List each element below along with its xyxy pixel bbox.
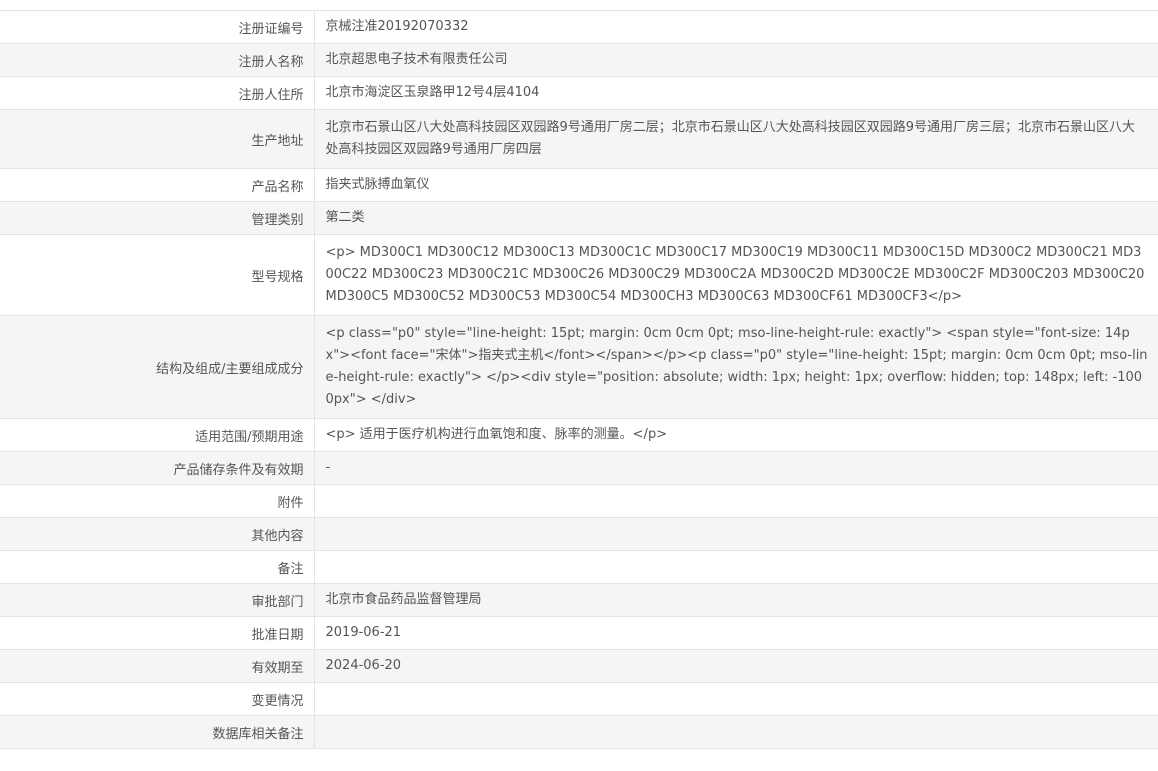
row-label: 其他内容 — [0, 517, 315, 551]
row-label: 审批部门 — [0, 583, 315, 617]
row-value: <p class="p0" style="line-height: 15pt; … — [314, 315, 1158, 419]
row-value: 2019-06-21 — [314, 616, 1158, 650]
row-label: 批准日期 — [0, 616, 315, 650]
row-value: 京械注准20192070332 — [314, 10, 1158, 44]
table-row: 型号规格 <p> MD300C1 MD300C12 MD300C13 MD300… — [0, 234, 1158, 316]
registration-detail-table: 注册证编号 京械注准20192070332 注册人名称 北京超思电子技术有限责任… — [0, 10, 1158, 749]
table-row: 结构及组成/主要组成成分 <p class="p0" style="line-h… — [0, 315, 1158, 419]
row-value: - — [314, 451, 1158, 485]
row-label: 生产地址 — [0, 109, 315, 169]
table-row: 有效期至 2024-06-20 — [0, 649, 1158, 683]
row-label: 附件 — [0, 484, 315, 518]
row-label: 注册证编号 — [0, 10, 315, 44]
table-row: 备注 — [0, 550, 1158, 584]
table-row: 变更情况 — [0, 682, 1158, 716]
row-label: 产品名称 — [0, 168, 315, 202]
row-label: 结构及组成/主要组成成分 — [0, 315, 315, 419]
table-row: 管理类别 第二类 — [0, 201, 1158, 235]
row-value: <p> 适用于医疗机构进行血氧饱和度、脉率的测量。</p> — [314, 418, 1158, 452]
row-label: 注册人名称 — [0, 43, 315, 77]
row-value: 指夹式脉搏血氧仪 — [314, 168, 1158, 202]
table-row: 产品储存条件及有效期 - — [0, 451, 1158, 485]
row-label: 数据库相关备注 — [0, 715, 315, 749]
row-value: 北京市海淀区玉泉路甲12号4层4104 — [314, 76, 1158, 110]
row-value: <p> MD300C1 MD300C12 MD300C13 MD300C1C M… — [314, 234, 1158, 316]
row-label: 产品储存条件及有效期 — [0, 451, 315, 485]
row-label: 管理类别 — [0, 201, 315, 235]
row-value — [314, 484, 1158, 518]
row-value — [314, 517, 1158, 551]
table-row: 适用范围/预期用途 <p> 适用于医疗机构进行血氧饱和度、脉率的测量。</p> — [0, 418, 1158, 452]
table-row: 注册人住所 北京市海淀区玉泉路甲12号4层4104 — [0, 76, 1158, 110]
table-row: 批准日期 2019-06-21 — [0, 616, 1158, 650]
table-row: 注册人名称 北京超思电子技术有限责任公司 — [0, 43, 1158, 77]
row-label: 适用范围/预期用途 — [0, 418, 315, 452]
table-row: 注册证编号 京械注准20192070332 — [0, 10, 1158, 44]
table-row: 数据库相关备注 — [0, 715, 1158, 749]
table-row: 附件 — [0, 484, 1158, 518]
row-value: 第二类 — [314, 201, 1158, 235]
row-value: 北京市食品药品监督管理局 — [314, 583, 1158, 617]
row-value: 北京超思电子技术有限责任公司 — [314, 43, 1158, 77]
row-label: 型号规格 — [0, 234, 315, 316]
row-value: 北京市石景山区八大处高科技园区双园路9号通用厂房二层；北京市石景山区八大处高科技… — [314, 109, 1158, 169]
table-row: 生产地址 北京市石景山区八大处高科技园区双园路9号通用厂房二层；北京市石景山区八… — [0, 109, 1158, 169]
table-row: 产品名称 指夹式脉搏血氧仪 — [0, 168, 1158, 202]
table-row: 其他内容 — [0, 517, 1158, 551]
row-value — [314, 715, 1158, 749]
row-label: 备注 — [0, 550, 315, 584]
row-label: 有效期至 — [0, 649, 315, 683]
row-value — [314, 550, 1158, 584]
row-label: 注册人住所 — [0, 76, 315, 110]
row-value — [314, 682, 1158, 716]
row-label: 变更情况 — [0, 682, 315, 716]
row-value: 2024-06-20 — [314, 649, 1158, 683]
table-row: 审批部门 北京市食品药品监督管理局 — [0, 583, 1158, 617]
